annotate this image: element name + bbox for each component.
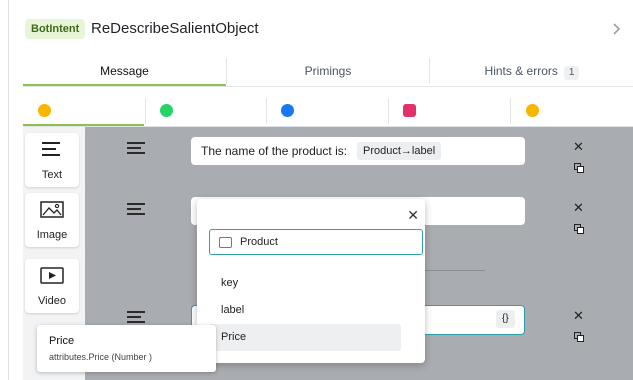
variable-search-input[interactable]: Product — [209, 229, 423, 255]
type-badge: BotIntent — [25, 19, 86, 39]
channel-whatsapp[interactable] — [146, 98, 266, 124]
sms-icon — [526, 104, 539, 117]
close-icon[interactable]: ✕ — [407, 207, 419, 224]
channel-instagram[interactable] — [389, 98, 509, 124]
instagram-icon — [403, 104, 416, 117]
close-icon[interactable]: ✕ — [573, 200, 584, 216]
component-text-label: Text — [41, 169, 63, 181]
chevron-right-icon[interactable] — [608, 21, 624, 37]
tab-message-label: Message — [100, 64, 149, 78]
component-text[interactable]: Text — [25, 133, 79, 187]
component-video-label: Video — [38, 295, 66, 307]
component-video[interactable]: Video — [25, 259, 79, 313]
channel-messenger[interactable] — [267, 98, 387, 124]
image-icon — [40, 201, 64, 218]
copy-icon[interactable] — [574, 224, 584, 234]
copy-icon[interactable] — [574, 163, 584, 173]
component-image[interactable]: Image — [25, 193, 79, 247]
drag-handle-icon[interactable] — [127, 311, 145, 323]
drag-handle-icon[interactable] — [127, 142, 145, 154]
tab-primings-label: Primings — [304, 64, 352, 78]
component-image-label: Image — [36, 229, 68, 241]
tab-hints-label: Hints & errors — [484, 64, 558, 78]
message-text: The name of the product is: — [201, 144, 348, 158]
insert-variable-button[interactable]: {} — [496, 310, 515, 328]
intent-title: ReDescribeSalientObject — [91, 20, 259, 37]
whatsapp-icon — [160, 104, 173, 117]
variable-token[interactable]: Product→label — [357, 142, 442, 160]
messenger-icon — [281, 104, 294, 117]
variable-list: key label Price — [209, 270, 401, 351]
close-icon[interactable]: ✕ — [573, 308, 584, 324]
video-icon — [40, 267, 64, 284]
hints-count-badge: 1 — [563, 66, 580, 80]
channel-sms[interactable] — [511, 98, 631, 124]
webchat-icon — [38, 104, 51, 117]
text-lines-icon — [42, 142, 60, 156]
tab-bar: Message Primings Hints & errors 1 — [23, 56, 633, 87]
message-field-1[interactable]: The name of the product is: Product→labe… — [191, 137, 525, 165]
channel-webchat[interactable] — [23, 98, 144, 126]
terminal-icon — [219, 237, 232, 248]
list-item[interactable]: key — [209, 270, 401, 297]
tooltip-title: Price — [49, 335, 75, 347]
tab-message[interactable]: Message — [23, 56, 226, 86]
channel-bar — [23, 98, 633, 127]
drag-handle-icon[interactable] — [127, 203, 145, 215]
copy-icon[interactable] — [574, 332, 584, 342]
tab-primings[interactable]: Primings — [227, 56, 429, 86]
tab-hints-errors[interactable]: Hints & errors 1 — [430, 56, 633, 86]
variable-picker: ✕ Product key label Price — [197, 199, 425, 363]
list-item[interactable]: Price — [209, 324, 401, 351]
close-icon[interactable]: ✕ — [573, 139, 584, 155]
tooltip-subtitle: attributes.Price (Number ) — [49, 352, 153, 362]
variable-tooltip: Price attributes.Price (Number ) — [37, 325, 216, 372]
search-value: Product — [240, 236, 278, 248]
list-item[interactable]: label — [209, 297, 401, 324]
intent-editor: BotIntent ReDescribeSalientObject Messag… — [8, 0, 633, 380]
header: BotIntent ReDescribeSalientObject — [9, 0, 633, 56]
